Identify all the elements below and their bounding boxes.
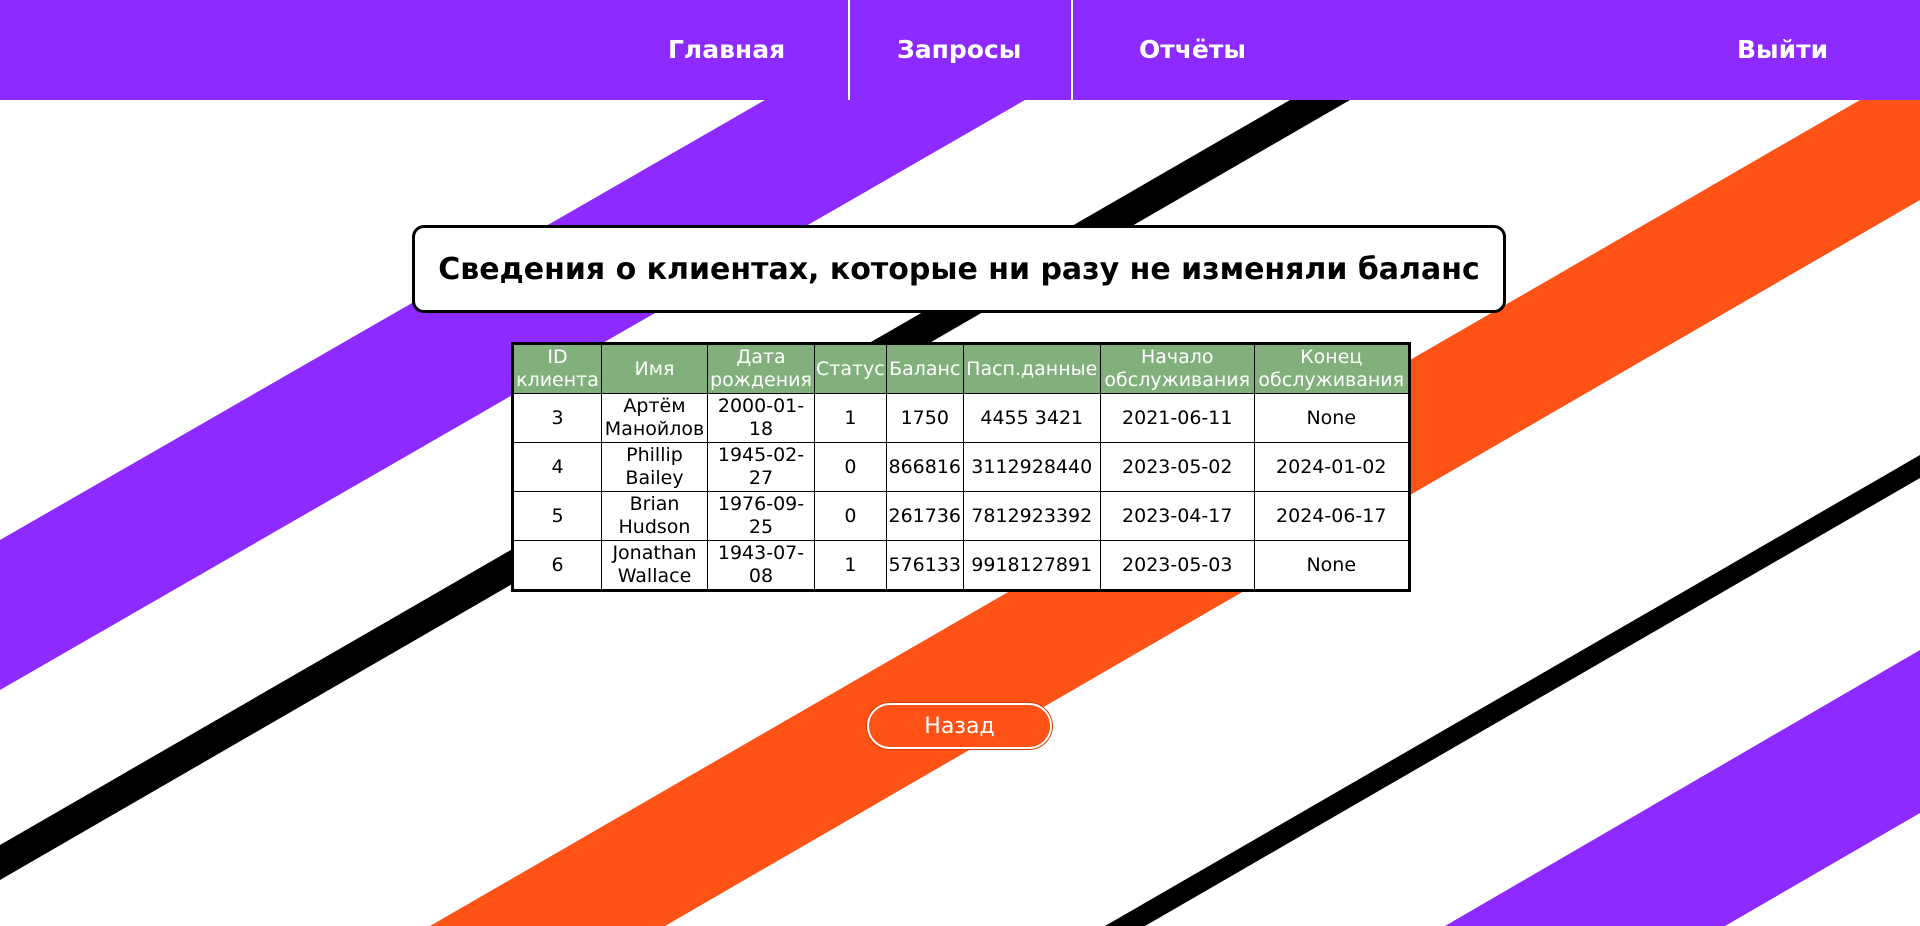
nav-reports-link[interactable]: Отчёты (1139, 0, 1246, 100)
cell-name: Артём Манойлов (601, 393, 708, 443)
cell-balance: 866816 (885, 442, 964, 492)
nav-home-link[interactable]: Главная (668, 0, 785, 100)
header-service-start: Начало обслуживания (1099, 343, 1255, 394)
cell-service-start: 2023-04-17 (1099, 491, 1255, 541)
header-client-id: ID клиента (512, 343, 602, 394)
header-passport: Пасп.данные (962, 343, 1101, 394)
cell-birth-date: 1943-07-08 (707, 540, 815, 591)
nav-logout-link[interactable]: Выйти (1737, 0, 1828, 100)
cell-status: 1 (814, 540, 887, 591)
cell-service-end: None (1253, 540, 1410, 591)
cell-passport: 3112928440 (962, 442, 1101, 492)
top-navbar: Главная Запросы Отчёты Выйти (0, 0, 1920, 100)
cell-passport: 4455 3421 (962, 393, 1101, 443)
cell-name: Brian Hudson (601, 491, 708, 541)
table-header-row: ID клиента Имя Дата рождения Статус Бала… (512, 343, 1410, 394)
cell-status: 0 (814, 442, 887, 492)
header-service-end: Конец обслуживания (1253, 343, 1410, 394)
cell-client-id: 4 (512, 442, 602, 492)
cell-balance: 576133 (885, 540, 964, 591)
cell-service-start: 2023-05-03 (1099, 540, 1255, 591)
cell-name: Jonathan Wallace (601, 540, 708, 591)
cell-service-end: 2024-06-17 (1253, 491, 1410, 541)
nav-divider (1071, 0, 1073, 100)
cell-client-id: 5 (512, 491, 602, 541)
header-birth-date: Дата рождения (707, 343, 815, 394)
cell-client-id: 3 (512, 393, 602, 443)
cell-birth-date: 2000-01-18 (707, 393, 815, 443)
cell-client-id: 6 (512, 540, 602, 591)
table-row: 4 Phillip Bailey 1945-02-27 0 866816 311… (512, 442, 1410, 492)
table-row: 5 Brian Hudson 1976-09-25 0 261736 78129… (512, 491, 1410, 541)
cell-passport: 7812923392 (962, 491, 1101, 541)
table-row: 6 Jonathan Wallace 1943-07-08 1 576133 9… (512, 540, 1410, 591)
clients-table-container: ID клиента Имя Дата рождения Статус Бала… (511, 342, 1411, 592)
cell-balance: 1750 (885, 393, 964, 443)
page-title-box: Сведения о клиентах, которые ни разу не … (412, 225, 1506, 313)
nav-requests-link[interactable]: Запросы (897, 0, 1021, 100)
table-row: 3 Артём Манойлов 2000-01-18 1 1750 4455 … (512, 393, 1410, 443)
cell-balance: 261736 (885, 491, 964, 541)
nav-divider (848, 0, 850, 100)
cell-birth-date: 1945-02-27 (707, 442, 815, 492)
header-status: Статус (814, 343, 887, 394)
cell-service-end: 2024-01-02 (1253, 442, 1410, 492)
clients-table: ID клиента Имя Дата рождения Статус Бала… (511, 342, 1411, 592)
cell-service-start: 2023-05-02 (1099, 442, 1255, 492)
cell-service-start: 2021-06-11 (1099, 393, 1255, 443)
page-title: Сведения о клиентах, которые ни разу не … (438, 251, 1480, 287)
cell-service-end: None (1253, 393, 1410, 443)
cell-status: 0 (814, 491, 887, 541)
cell-passport: 9918127891 (962, 540, 1101, 591)
cell-status: 1 (814, 393, 887, 443)
cell-name: Phillip Bailey (601, 442, 708, 492)
cell-birth-date: 1976-09-25 (707, 491, 815, 541)
header-balance: Баланс (885, 343, 964, 394)
header-name: Имя (601, 343, 708, 394)
back-button[interactable]: Назад (867, 703, 1052, 749)
